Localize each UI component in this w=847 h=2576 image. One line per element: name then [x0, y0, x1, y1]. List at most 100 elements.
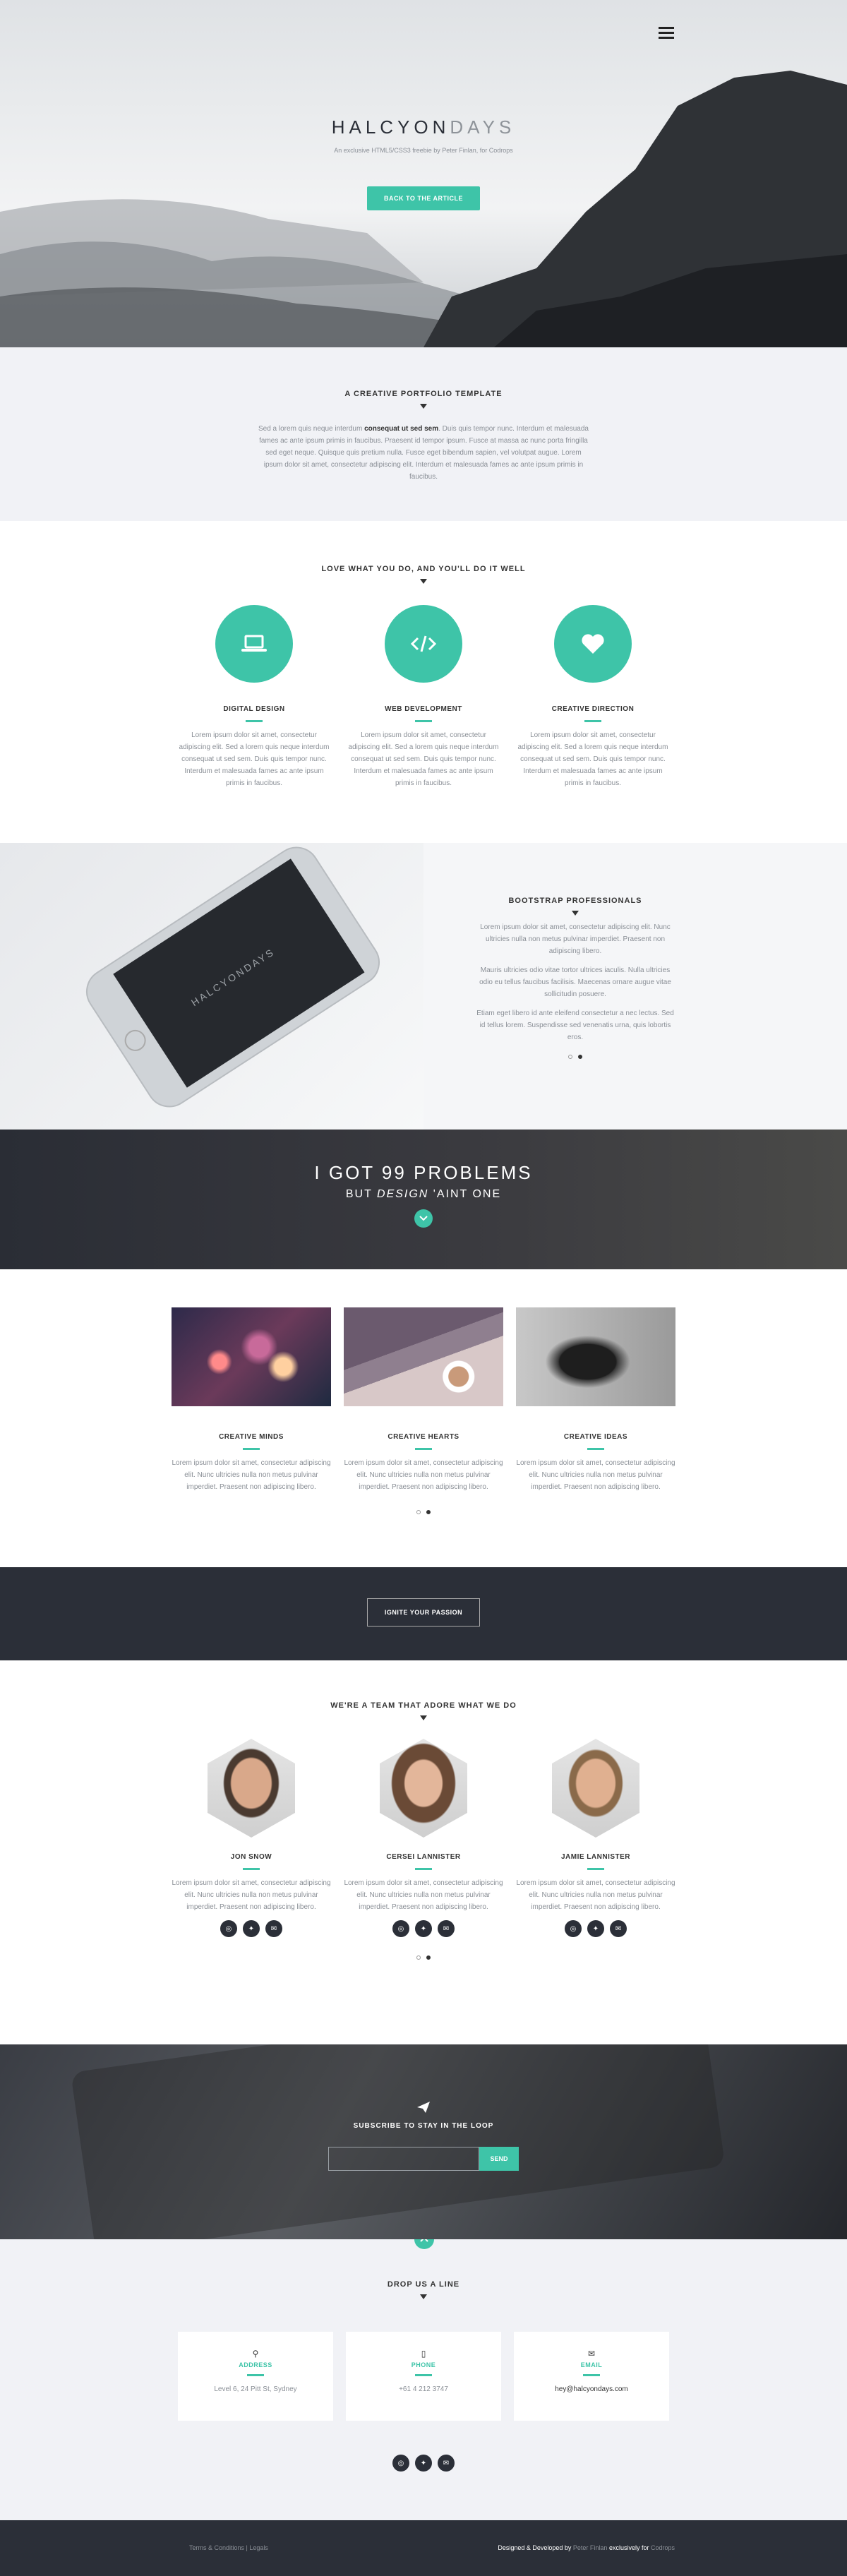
- accent-divider: [246, 720, 263, 722]
- email-icon[interactable]: ✉: [438, 2455, 455, 2472]
- problems-line-1: I GOT 99 PROBLEMS: [314, 1162, 533, 1183]
- bootstrap-text-1: Lorem ipsum dolor sit amet, consectetur …: [480, 923, 671, 955]
- carousel-dot-active[interactable]: [426, 1510, 431, 1514]
- portfolio-image-bokeh[interactable]: [172, 1307, 331, 1406]
- problems-line-2a: BUT: [345, 1188, 378, 1200]
- hamburger-icon: [659, 27, 674, 39]
- phone-value[interactable]: +61 4 212 3747: [346, 2383, 501, 2395]
- team-section: WE'RE A TEAM THAT ADORE WHAT WE DO JON S…: [0, 1660, 847, 2044]
- back-to-top-button[interactable]: [414, 2239, 434, 2249]
- ignite-passion-button[interactable]: IGNITE YOUR PASSION: [366, 1598, 481, 1627]
- twitter-icon[interactable]: ✦: [415, 1920, 432, 1937]
- email-icon[interactable]: ✉: [610, 1920, 627, 1937]
- terms-link[interactable]: Terms & Conditions: [189, 2544, 244, 2551]
- subscribe-heading: SUBSCRIBE TO STAY IN THE LOOP: [353, 2122, 494, 2130]
- intro-text-b: . Duis quis tempor nunc. Interdum et mal…: [259, 425, 589, 481]
- credit-text-a: Designed & Developed by: [498, 2544, 573, 2551]
- twitter-icon[interactable]: ✦: [587, 1920, 604, 1937]
- service-title: DIGITAL DESIGN: [223, 705, 285, 713]
- accent-divider: [415, 1868, 432, 1870]
- portfolio-image-dog[interactable]: [516, 1307, 675, 1406]
- service-title: CREATIVE DIRECTION: [551, 705, 635, 713]
- email-label: EMAIL: [580, 2361, 603, 2368]
- intro-heading: A CREATIVE PORTFOLIO TEMPLATE: [344, 390, 503, 398]
- mobile-phone-icon: ▯: [421, 2349, 426, 2359]
- intro-text-strong: consequat ut sed sem: [364, 425, 439, 433]
- service-card: DIGITAL DESIGN Lorem ipsum dolor sit ame…: [176, 605, 332, 789]
- send-button[interactable]: SEND: [479, 2147, 519, 2171]
- accent-divider: [247, 2374, 264, 2376]
- codrops-link[interactable]: Codrops: [651, 2544, 675, 2551]
- service-icon-circle[interactable]: [554, 605, 632, 683]
- bootstrap-text-2: Mauris ultricies odio vitae tortor ultri…: [479, 966, 671, 998]
- member-name: JAMIE LANNISTER: [560, 1853, 631, 1861]
- email-icon[interactable]: ✉: [438, 1920, 455, 1937]
- dribbble-icon[interactable]: ◎: [392, 1920, 409, 1937]
- address-value: Level 6, 24 Pitt St, Sydney: [214, 2385, 297, 2393]
- intro-text-a: Sed a lorem quis neque interdum: [258, 425, 365, 433]
- problems-line-2c: 'AINT ONE: [428, 1188, 502, 1200]
- contact-card-email: ✉ EMAIL hey@halcyondays.com: [514, 2332, 669, 2421]
- contact-heading: DROP US A LINE: [387, 2280, 460, 2289]
- service-icon-circle[interactable]: [215, 605, 293, 683]
- contact-card-address: ⚲ ADDRESS Level 6, 24 Pitt St, Sydney: [178, 2332, 333, 2421]
- dribbble-icon[interactable]: ◎: [565, 1920, 582, 1937]
- carousel-dot-active[interactable]: [578, 1055, 582, 1059]
- email-icon[interactable]: ✉: [265, 1920, 282, 1937]
- service-icon-circle[interactable]: [385, 605, 462, 683]
- chevron-down-icon: [419, 1216, 428, 1221]
- problems-line-2: BUT DESIGN 'AINT ONE: [0, 1188, 847, 1201]
- portfolio-text: Lorem ipsum dolor sit amet, consectetur …: [172, 1459, 331, 1491]
- bootstrap-heading: BOOTSTRAP PROFESSIONALS: [508, 897, 642, 905]
- footer: Terms & Conditions | Legals Designed & D…: [0, 2520, 847, 2576]
- carousel-dot[interactable]: [416, 1510, 421, 1514]
- avatar[interactable]: [380, 1739, 467, 1838]
- ignite-section: IGNITE YOUR PASSION: [0, 1567, 847, 1660]
- subscribe-section: SUBSCRIBE TO STAY IN THE LOOP SEND: [0, 2044, 847, 2239]
- laptop-icon: [241, 635, 267, 652]
- logo-part-1: HALCYON: [331, 116, 450, 138]
- menu-button[interactable]: [659, 27, 674, 40]
- team-card: JON SNOW Lorem ipsum dolor sit amet, con…: [172, 1739, 331, 1937]
- portfolio-text: Lorem ipsum dolor sit amet, consectetur …: [344, 1459, 503, 1491]
- heart-icon: [582, 634, 604, 654]
- back-to-article-button[interactable]: BACK TO THE ARTICLE: [367, 186, 480, 210]
- legals-link[interactable]: Legals: [249, 2544, 268, 2551]
- dribbble-icon[interactable]: ◎: [220, 1920, 237, 1937]
- site-logo[interactable]: HALCYONDAYS: [0, 116, 847, 138]
- scroll-down-button[interactable]: [414, 1209, 433, 1228]
- problems-banner: I GOT 99 PROBLEMS BUT DESIGN 'AINT ONE: [0, 1130, 847, 1269]
- member-name: CERSEI LANNISTER: [386, 1853, 461, 1861]
- carousel-dots: [473, 1055, 678, 1059]
- team-heading: WE'RE A TEAM THAT ADORE WHAT WE DO: [330, 1701, 517, 1710]
- dribbble-icon[interactable]: ◎: [392, 2455, 409, 2472]
- chevron-up-icon: [420, 2239, 428, 2242]
- intro-section: A CREATIVE PORTFOLIO TEMPLATE Sed a lore…: [0, 347, 847, 521]
- email-value[interactable]: hey@halcyondays.com: [514, 2383, 669, 2395]
- bootstrap-text-3: Etiam eget libero id ante eleifend conse…: [476, 1010, 674, 1041]
- contact-section: DROP US A LINE ⚲ ADDRESS Level 6, 24 Pit…: [0, 2239, 847, 2520]
- twitter-icon[interactable]: ✦: [415, 2455, 432, 2472]
- email-subscribe-input[interactable]: [328, 2147, 479, 2171]
- portfolio-card: CREATIVE HEARTS Lorem ipsum dolor sit am…: [344, 1307, 503, 1493]
- arrow-down-icon: [572, 911, 579, 916]
- member-social-links: ◎ ✦ ✉: [516, 1920, 675, 1937]
- portfolio-title: CREATIVE MINDS: [219, 1433, 284, 1441]
- carousel-dot[interactable]: [416, 1955, 421, 1960]
- carousel-dot-active[interactable]: [426, 1955, 431, 1960]
- carousel-dot[interactable]: [568, 1055, 572, 1059]
- services-heading: LOVE WHAT YOU DO, AND YOU'LL DO IT WELL: [321, 565, 526, 573]
- member-social-links: ◎ ✦ ✉: [172, 1920, 331, 1937]
- avatar[interactable]: [552, 1739, 639, 1838]
- twitter-icon[interactable]: ✦: [243, 1920, 260, 1937]
- bootstrap-section: HALCYONDAYS BOOTSTRAP PROFESSIONALS Lore…: [0, 843, 847, 1130]
- portfolio-section: CREATIVE MINDS Lorem ipsum dolor sit ame…: [0, 1269, 847, 1567]
- credit-author-link[interactable]: Peter Finlan: [573, 2544, 608, 2551]
- accent-divider: [584, 720, 601, 722]
- team-card: CERSEI LANNISTER Lorem ipsum dolor sit a…: [344, 1739, 503, 1937]
- map-pin-icon: ⚲: [252, 2349, 259, 2359]
- avatar[interactable]: [208, 1739, 295, 1838]
- service-text: Lorem ipsum dolor sit amet, consectetur …: [179, 731, 330, 787]
- logo-part-2: DAYS: [450, 116, 516, 138]
- portfolio-image-desk[interactable]: [344, 1307, 503, 1406]
